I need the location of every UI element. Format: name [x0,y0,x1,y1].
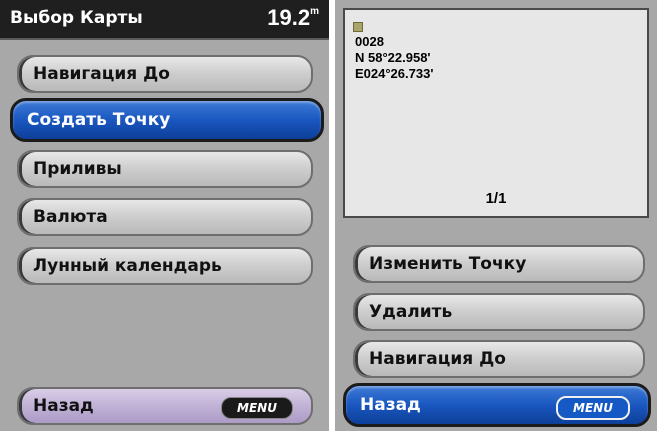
back-button-right[interactable]: Назад MENU [343,383,651,427]
delete-button[interactable]: Удалить [353,293,645,331]
create-waypoint-label: Создать Точку [27,110,171,130]
navigate-to-label: Навигация До [33,64,170,84]
page-indicator: 1/1 [485,190,507,207]
edit-waypoint-label: Изменить Точку [369,254,527,274]
currency-button[interactable]: Валюта [17,198,313,236]
navigate-to-right-label: Навигация До [369,349,506,369]
waypoint-marker-icon [353,22,363,32]
delete-label: Удалить [369,302,453,322]
navigate-to-button[interactable]: Навигация До [17,55,313,93]
tides-label: Приливы [33,159,122,179]
back-button[interactable]: Назад MENU [17,387,313,425]
tides-button[interactable]: Приливы [17,150,313,188]
waypoint-name: 0028 [355,34,384,49]
depth-readout: 19.2m [267,5,319,31]
back-right-label: Назад [360,395,421,415]
waypoint-info-panel: 0028 N 58°22.958' E024°26.733' 1/1 [343,8,649,218]
waypoint-longitude: E024°26.733' [355,66,434,81]
moon-calendar-label: Лунный календарь [33,256,222,276]
back-label: Назад [33,396,94,416]
title-bar: Выбор Карты 19.2m [0,0,329,40]
create-waypoint-button[interactable]: Создать Точку [10,98,324,142]
depth-value: 19.2 [267,5,311,30]
currency-label: Валюта [33,207,108,227]
waypoint-detail-screen: 0028 N 58°22.958' E024°26.733' 1/1 Измен… [335,0,657,431]
moon-calendar-button[interactable]: Лунный календарь [17,247,313,285]
menu-key-badge-right: MENU [556,396,630,420]
waypoint-latitude: N 58°22.958' [355,50,431,65]
screen-title: Выбор Карты [10,8,143,28]
map-select-screen: Выбор Карты 19.2m Навигация До Создать Т… [0,0,329,431]
depth-unit: m [310,6,319,17]
menu-key-badge: MENU [221,397,293,419]
navigate-to-button-right[interactable]: Навигация До [353,340,645,378]
edit-waypoint-button[interactable]: Изменить Точку [353,245,645,283]
